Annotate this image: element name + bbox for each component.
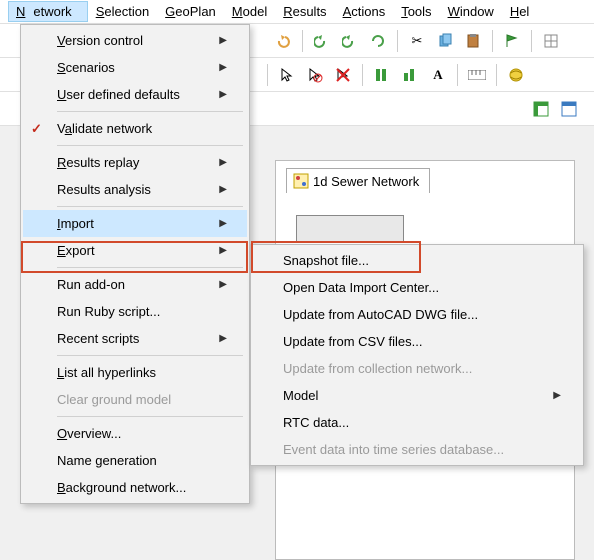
redo2-icon[interactable]	[339, 30, 361, 52]
submenu-open-data-import[interactable]: Open Data Import Center...	[253, 274, 581, 301]
table-green-icon[interactable]	[530, 98, 552, 120]
menu-run-addon[interactable]: Run add-on▶	[23, 271, 247, 298]
menu-geoplan[interactable]: GeoPlan	[157, 1, 224, 22]
menu-run-ruby[interactable]: Run Ruby script...	[23, 298, 247, 325]
menu-scenarios[interactable]: Scenarios▶	[23, 54, 247, 81]
network-doc-icon	[293, 173, 309, 189]
submenu-update-dwg[interactable]: Update from AutoCAD DWG file...	[253, 301, 581, 328]
submenu-snapshot-file[interactable]: Snapshot file...	[253, 247, 581, 274]
chevron-right-icon: ▶	[219, 279, 227, 290]
document-tab-label: 1d Sewer Network	[313, 174, 419, 189]
menu-results-replay[interactable]: Results replay▶	[23, 149, 247, 176]
menu-results[interactable]: Results	[275, 1, 334, 22]
separator	[57, 267, 243, 268]
align-2-icon[interactable]	[399, 64, 421, 86]
submenu-update-collection: Update from collection network...	[253, 355, 581, 382]
menu-overview[interactable]: Overview...	[23, 420, 247, 447]
separator	[57, 416, 243, 417]
menu-import[interactable]: Import▶	[23, 210, 247, 237]
flag-icon[interactable]	[501, 30, 523, 52]
check-icon: ✓	[31, 121, 42, 137]
chevron-right-icon: ▶	[219, 157, 227, 168]
chevron-right-icon: ▶	[219, 184, 227, 195]
chevron-right-icon: ▶	[219, 333, 227, 344]
submenu-update-csv[interactable]: Update from CSV files...	[253, 328, 581, 355]
table-blue-icon[interactable]	[558, 98, 580, 120]
submenu-rtc-data[interactable]: RTC data...	[253, 409, 581, 436]
menu-network[interactable]: Network	[8, 1, 88, 22]
paste-icon[interactable]	[462, 30, 484, 52]
cut-icon[interactable]: ✂	[406, 30, 428, 52]
copy-icon[interactable]	[434, 30, 456, 52]
document-tab[interactable]: 1d Sewer Network	[286, 168, 430, 193]
menu-export[interactable]: Export▶	[23, 237, 247, 264]
menu-tools[interactable]: Tools	[393, 1, 439, 22]
menu-actions[interactable]: Actions	[335, 1, 394, 22]
menu-help[interactable]: Hel	[502, 1, 538, 22]
menu-validate-network[interactable]: ✓Validate network	[23, 115, 247, 142]
cursor-cancel-icon[interactable]	[304, 64, 326, 86]
menu-model[interactable]: Model	[224, 1, 275, 22]
submenu-model[interactable]: Model▶	[253, 382, 581, 409]
separator	[57, 111, 243, 112]
menu-window[interactable]: Window	[440, 1, 502, 22]
menu-selection[interactable]: Selection	[88, 1, 157, 22]
menu-results-analysis[interactable]: Results analysis▶	[23, 176, 247, 203]
globe-icon[interactable]	[505, 64, 527, 86]
menubar: Network Selection GeoPlan Model Results …	[0, 0, 594, 24]
chevron-right-icon: ▶	[219, 218, 227, 229]
import-submenu: Snapshot file... Open Data Import Center…	[250, 244, 584, 466]
crossed-cursor-icon[interactable]	[332, 64, 354, 86]
separator	[57, 355, 243, 356]
menu-user-defined-defaults[interactable]: User defined defaults▶	[23, 81, 247, 108]
chevron-right-icon: ▶	[219, 35, 227, 46]
chevron-right-icon: ▶	[553, 390, 561, 401]
network-menu: Version control▶ Scenarios▶ User defined…	[20, 24, 250, 504]
grid-icon[interactable]	[540, 30, 562, 52]
ruler-icon[interactable]	[466, 64, 488, 86]
chevron-right-icon: ▶	[219, 245, 227, 256]
chevron-right-icon: ▶	[219, 62, 227, 73]
menu-list-hyperlinks[interactable]: List all hyperlinks	[23, 359, 247, 386]
refresh-icon[interactable]	[367, 30, 389, 52]
canvas-inner-box	[296, 215, 404, 243]
submenu-event-data: Event data into time series database...	[253, 436, 581, 463]
menu-background-network[interactable]: Background network...	[23, 474, 247, 501]
chevron-right-icon: ▶	[219, 89, 227, 100]
undo-icon[interactable]	[272, 30, 294, 52]
cursor-icon[interactable]	[276, 64, 298, 86]
menu-name-generation[interactable]: Name generation	[23, 447, 247, 474]
separator	[57, 145, 243, 146]
font-icon[interactable]: A	[427, 64, 449, 86]
align-1-icon[interactable]	[371, 64, 393, 86]
separator	[57, 206, 243, 207]
menu-version-control[interactable]: Version control▶	[23, 27, 247, 54]
redo-icon[interactable]	[311, 30, 333, 52]
menu-recent-scripts[interactable]: Recent scripts▶	[23, 325, 247, 352]
menu-clear-ground-model: Clear ground model	[23, 386, 247, 413]
